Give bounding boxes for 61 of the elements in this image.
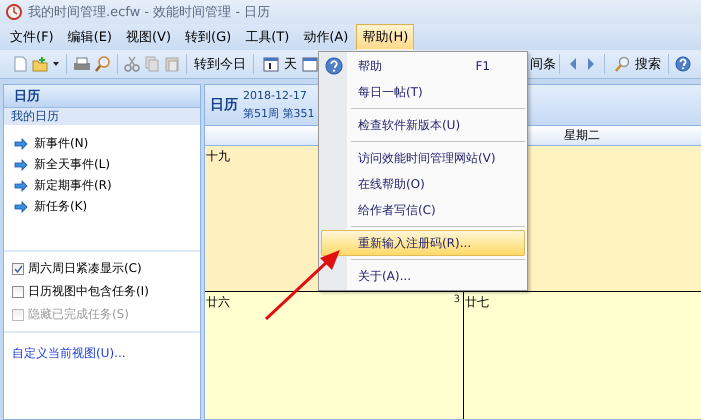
column-header: 星期二 xyxy=(563,127,601,144)
paste-icon[interactable] xyxy=(164,56,180,72)
caret-icon[interactable] xyxy=(52,60,60,68)
menu-entry[interactable]: 重新输入注册码(R)... xyxy=(321,230,525,256)
help-icon[interactable] xyxy=(675,56,691,72)
menu-entry[interactable]: 访问效能时间管理网站(V) xyxy=(321,145,525,171)
clock-icon xyxy=(6,4,22,20)
calendar-icon xyxy=(263,56,279,72)
day-cell[interactable]: 廿七 xyxy=(463,292,701,419)
menu-item[interactable]: 转到(G) xyxy=(179,24,238,50)
day-count: 3 xyxy=(454,294,460,305)
view-title: 日历 xyxy=(210,96,238,114)
checkbox-label: 日历视图中包含任务(I) xyxy=(28,283,149,300)
day-label: 廿六 xyxy=(206,295,230,309)
shortcut-text: F1 xyxy=(475,59,490,73)
menu-item[interactable]: 帮助(H) xyxy=(356,24,414,50)
date-text: 2018-12-17 xyxy=(243,88,308,104)
action-link[interactable]: 新任务(K) xyxy=(14,198,200,215)
search-icon xyxy=(614,56,630,72)
printer-icon[interactable] xyxy=(73,56,91,72)
section-header: 我的日历 xyxy=(4,108,200,125)
arrow-icon xyxy=(14,180,28,192)
toolbar-button[interactable]: 间条 xyxy=(530,53,559,75)
arrow-icon xyxy=(14,158,28,170)
day-label: 十九 xyxy=(206,149,230,163)
action-link[interactable]: 新事件(N) xyxy=(14,135,200,152)
menu-entry[interactable]: 在线帮助(O) xyxy=(321,171,525,197)
help-icon xyxy=(325,57,343,75)
window-title: 我的时间管理.ecfw - 效能时间管理 - 日历 xyxy=(28,4,270,21)
action-link[interactable]: 新定期事件(R) xyxy=(14,177,200,194)
menu-item[interactable]: 工具(T) xyxy=(239,24,296,50)
pane-title: 日历 xyxy=(4,85,200,108)
action-link[interactable]: 新全天事件(L) xyxy=(14,156,200,173)
checkbox[interactable] xyxy=(12,262,24,274)
week-text: 第51周 第351 xyxy=(243,106,314,122)
checkbox[interactable] xyxy=(12,286,24,298)
customize-view-link[interactable]: 自定义当前视图(U)... xyxy=(12,345,126,362)
menu-item[interactable]: 编辑(E) xyxy=(62,24,118,50)
menu-entry[interactable]: 检查软件新版本(U) xyxy=(321,112,525,138)
menu-item[interactable]: 文件(F) xyxy=(4,24,60,50)
copy-icon[interactable] xyxy=(144,56,160,72)
arrow-icon xyxy=(14,138,28,150)
menu-entry[interactable]: 帮助 F1 xyxy=(321,53,525,79)
go-to-today-button[interactable]: 转到今日 xyxy=(191,53,249,75)
menu-item[interactable]: 动作(A) xyxy=(297,24,354,50)
arrow-icon xyxy=(14,200,28,212)
menu-entry[interactable]: 关于(A)... xyxy=(321,263,525,289)
day-label: 廿七 xyxy=(465,295,489,309)
menu-entry[interactable]: 给作者写信(C) xyxy=(321,197,525,223)
menu-entry[interactable]: 每日一帖(T) xyxy=(321,79,525,105)
day-cell[interactable]: 廿六 3 xyxy=(205,292,463,419)
calendar-icon[interactable] xyxy=(302,56,318,72)
scissors-icon[interactable] xyxy=(124,56,140,72)
checkbox-label: 周六周日紧凑显示(C) xyxy=(28,260,142,277)
search-button[interactable]: 搜索 xyxy=(609,53,664,75)
magnifier-icon[interactable] xyxy=(95,56,111,72)
day-view-button[interactable]: 天 xyxy=(258,53,300,75)
check-icon xyxy=(14,264,22,272)
document-icon[interactable] xyxy=(12,56,28,72)
menu-item[interactable]: 视图(V) xyxy=(120,24,178,50)
checkbox-label: 隐藏已完成任务(S) xyxy=(28,306,129,323)
